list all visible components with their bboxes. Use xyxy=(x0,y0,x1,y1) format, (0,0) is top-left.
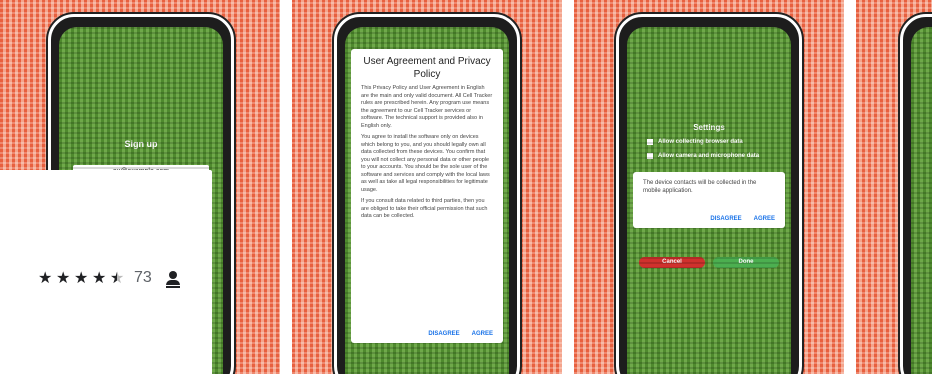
option-camera-data[interactable]: Allow camera and microphone data xyxy=(647,153,781,159)
option-browser-data[interactable]: Allow collecting browser data xyxy=(647,139,781,145)
phone-screen: Settings Allow collecting browser data A… xyxy=(627,27,791,374)
screenshot-4[interactable] xyxy=(854,0,932,374)
agree-button[interactable]: AGREE xyxy=(754,216,775,222)
star-icon: ★ xyxy=(38,270,53,287)
person-icon xyxy=(165,270,180,288)
dialog-paragraph: This Privacy Policy and User Agreement i… xyxy=(361,85,493,129)
rating-stars: ★ ★ ★ ★ ★ 73 xyxy=(38,268,180,288)
phone-frame: User Agreement and Privacy Policy This P… xyxy=(334,14,520,374)
agree-button[interactable]: AGREE xyxy=(472,331,493,337)
star-icon: ★ xyxy=(92,270,107,287)
dialog-actions: DISAGREE AGREE xyxy=(710,216,775,222)
dialog-text: The device contacts will be collected in… xyxy=(643,180,757,194)
phone-frame xyxy=(900,14,932,374)
cancel-button[interactable]: Cancel xyxy=(639,257,705,268)
dialog-title: User Agreement and Privacy Policy xyxy=(363,56,491,80)
option-label: Allow collecting browser data xyxy=(658,139,743,145)
settings-title: Settings xyxy=(693,123,725,132)
dialog-actions: DISAGREE AGREE xyxy=(428,331,493,337)
agreement-dialog: User Agreement and Privacy Policy This P… xyxy=(351,49,503,343)
done-button[interactable]: Done xyxy=(713,257,779,268)
screenshot-3[interactable]: Settings Allow collecting browser data A… xyxy=(572,0,844,374)
phone-screen xyxy=(911,27,932,374)
status-bar xyxy=(69,31,213,39)
star-icon: ★ xyxy=(74,270,89,287)
dialog-paragraph: If you consult data related to third par… xyxy=(361,198,488,219)
screenshot-2[interactable]: User Agreement and Privacy Policy This P… xyxy=(290,0,562,374)
disagree-button[interactable]: DISAGREE xyxy=(428,331,459,337)
star-icon: ★ xyxy=(56,270,71,287)
disagree-button[interactable]: DISAGREE xyxy=(710,216,741,222)
phone-screen: User Agreement and Privacy Policy This P… xyxy=(345,27,509,374)
checkbox-icon xyxy=(647,139,653,145)
half-star-icon: ★ xyxy=(110,268,124,288)
option-label: Allow camera and microphone data xyxy=(658,153,760,159)
contacts-dialog: The device contacts will be collected in… xyxy=(633,172,785,228)
phone-frame: Settings Allow collecting browser data A… xyxy=(616,14,802,374)
checkbox-icon xyxy=(647,153,653,159)
signup-title: Sign up xyxy=(124,139,158,149)
dialog-paragraph: You agree to install the software only o… xyxy=(361,134,490,193)
rating-count: 73 xyxy=(134,269,152,286)
